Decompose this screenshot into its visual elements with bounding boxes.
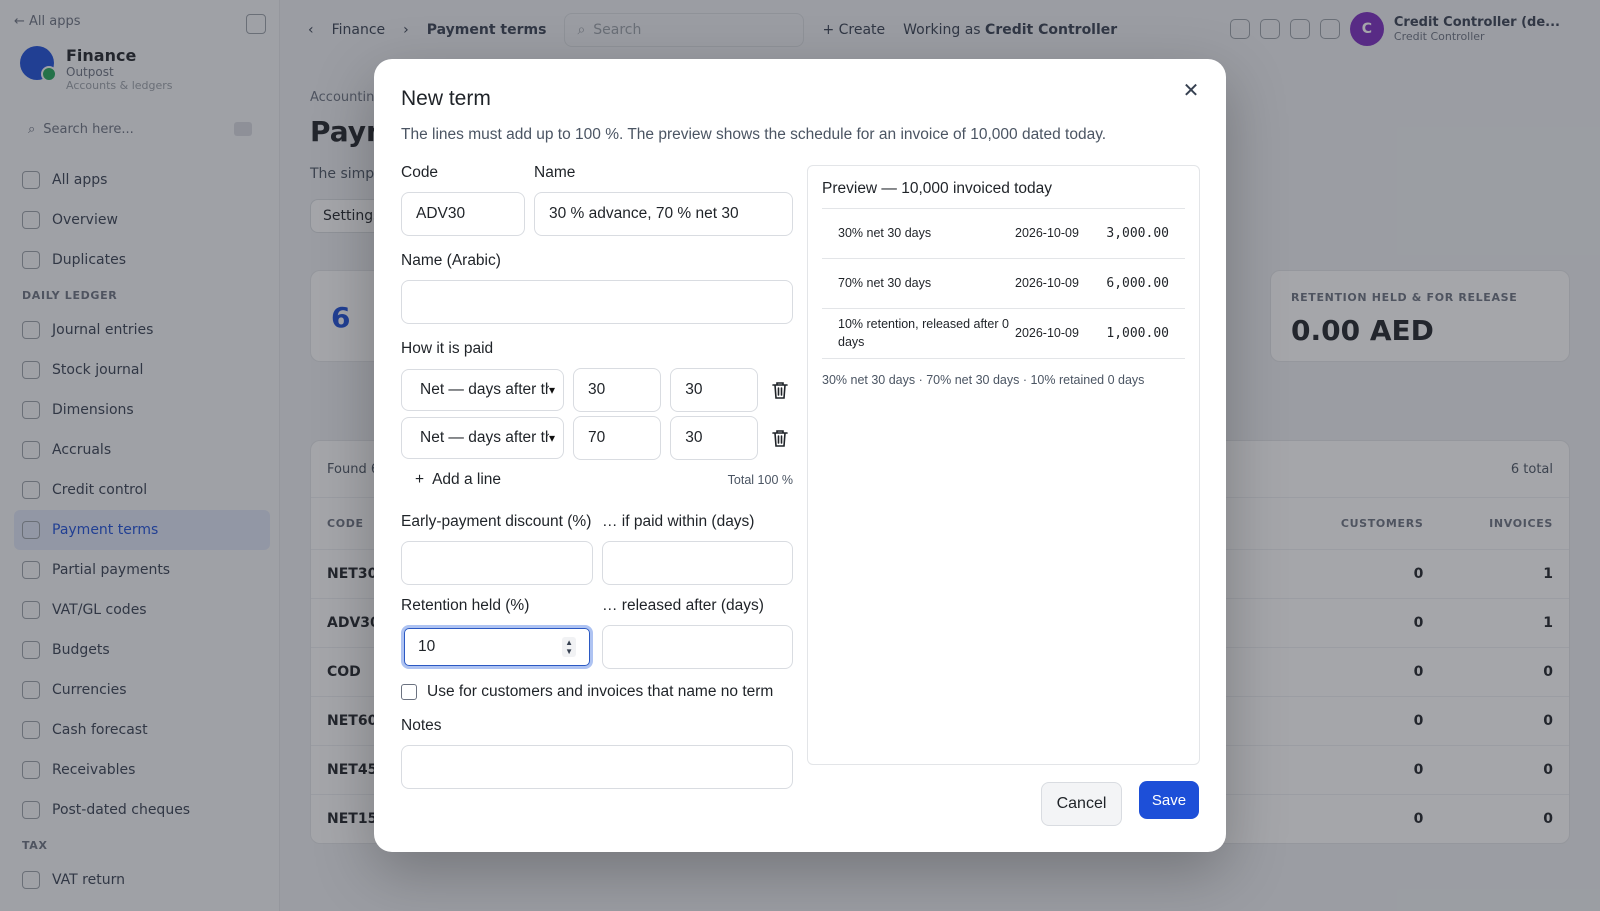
release-label: … released after (days) [602,597,764,614]
discount-days-field[interactable] [602,541,793,585]
preview-desc: 10% retention, released after 0 days [838,317,1009,349]
preview-desc: 30% net 30 days [838,225,932,240]
new-term-dialog: ✕ New term The lines must add up to 100 … [374,59,1226,852]
discount-label: Early-payment discount (%) [401,513,592,530]
preview-amount: 1,000.00 [1106,326,1169,341]
dialog-subtitle: The lines must add up to 100 %. The prev… [401,126,1107,143]
plus-icon: + [415,471,425,488]
payment-line: Net — days after the invoice ▾ 30 30 [401,368,793,412]
payment-line: Net — days after the invoice ▾ 70 30 [401,416,793,460]
retention-label: Retention held (%) [401,597,530,614]
notes-label: Notes [401,717,442,734]
name-arabic-field[interactable] [401,280,793,324]
save-button[interactable]: Save [1139,781,1199,819]
add-line-row: + Add a line Total 100 % [401,460,793,500]
code-label: Code [401,164,439,181]
line-days-field[interactable]: 30 [670,368,759,412]
term-form: Code ADV30 Name 30 % advance, 70 % net 3… [401,164,793,789]
lines-total: Total 100 % [727,473,793,487]
preview-row: 30% net 30 days 2026-10-09 3,000.00 [822,209,1185,259]
discount-field[interactable] [401,541,593,585]
retention-field[interactable]: 10 ▲ ▼ [401,625,593,669]
preview-summary: 30% net 30 days · 70% net 30 days · 10% … [822,373,1145,387]
line-days-field[interactable]: 30 [670,416,759,460]
chevron-down-icon: ▾ [549,383,556,397]
add-line-button[interactable]: + Add a line [415,471,501,489]
preview-date: 2026-10-09 [1015,225,1079,240]
schedule-preview: Preview — 10,000 invoiced today 30% net … [807,165,1200,765]
preview-amount: 3,000.00 [1106,226,1169,241]
preview-date: 2026-10-09 [1015,275,1079,290]
name-label: Name [534,164,576,181]
payment-method-value: Net — days after the invoice [420,429,549,446]
preview-desc: 70% net 30 days [838,275,932,290]
payment-method-value: Net — days after the invoice [420,381,549,398]
line-percent-field[interactable]: 30 [573,368,662,412]
preview-amount: 6,000.00 [1106,276,1169,291]
preview-date: 2026-10-09 [1015,325,1079,340]
discount-days-label: … if paid within (days) [602,513,755,530]
default-term-label: Use for customers and invoices that name… [427,683,774,700]
chevron-down-icon: ▾ [549,431,556,445]
preview-row: 70% net 30 days 2026-10-09 6,000.00 [822,259,1185,309]
notes-field[interactable] [401,745,793,789]
delete-line-icon[interactable] [767,416,793,460]
payment-method-select[interactable]: Net — days after the invoice ▾ [401,369,565,411]
line-percent-field[interactable]: 70 [573,416,662,460]
close-icon[interactable]: ✕ [1178,77,1204,103]
preview-title: Preview — 10,000 invoiced today [822,180,1185,209]
dialog-title: New term [401,87,491,110]
how-paid-label: How it is paid [401,340,494,357]
default-term-checkbox[interactable] [401,684,417,700]
preview-row: 10% retention, released after 0 days 202… [822,309,1185,359]
cancel-button[interactable]: Cancel [1041,782,1122,826]
name-field[interactable]: 30 % advance, 70 % net 30 [534,192,793,236]
code-field[interactable]: ADV30 [401,192,525,236]
default-term-option[interactable]: Use for customers and invoices that name… [401,683,793,701]
release-days-field[interactable] [602,625,793,669]
retention-value: 10 [418,638,436,655]
add-line-label: Add a line [432,471,502,488]
payment-method-select[interactable]: Net — days after the invoice ▾ [401,417,565,459]
delete-line-icon[interactable] [767,368,793,412]
name-arabic-label: Name (Arabic) [401,252,501,269]
number-stepper-icon[interactable]: ▲ ▼ [562,637,576,657]
